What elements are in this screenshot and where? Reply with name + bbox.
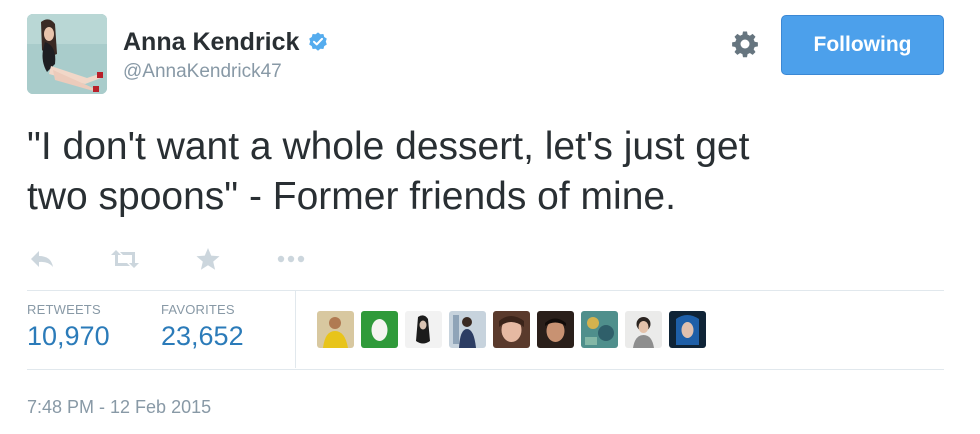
author-names: Anna Kendrick @AnnaKendrick47 [123, 27, 329, 84]
fullname-row: Anna Kendrick [123, 27, 329, 57]
tweet-header: Anna Kendrick @AnnaKendrick47 Following [27, 14, 944, 98]
tweet-text-line-1: "I don't want a whole dessert, let's jus… [27, 125, 750, 168]
favoriter-avatar-6[interactable] [537, 311, 574, 348]
favoriter-avatar-5[interactable] [493, 311, 530, 348]
following-button[interactable]: Following [781, 15, 944, 75]
favoriter-avatar-9[interactable] [669, 311, 706, 348]
favoriter-avatar-3[interactable] [405, 311, 442, 348]
favorites-stat[interactable]: FAVORITES 23,652 [161, 302, 244, 353]
author-name[interactable]: Anna Kendrick [123, 27, 299, 57]
favoriter-avatar-8[interactable] [625, 311, 662, 348]
favoriter-avatar-4[interactable] [449, 311, 486, 348]
retweets-stat[interactable]: RETWEETS 10,970 [27, 302, 110, 353]
favoriter-avatars [317, 311, 706, 348]
tweet-actions [27, 244, 359, 274]
divider-bottom [27, 369, 944, 370]
retweet-icon[interactable] [110, 246, 140, 272]
tweet-text-line-2: two spoons" - Former friends of mine. [27, 175, 676, 218]
tweet-stats: RETWEETS 10,970 FAVORITES 23,652 [27, 291, 944, 368]
favoriter-avatar-2[interactable] [361, 311, 398, 348]
favoriter-avatar-1[interactable] [317, 311, 354, 348]
retweets-label: RETWEETS [27, 302, 101, 317]
retweets-count: 10,970 [27, 321, 110, 351]
star-icon[interactable] [193, 246, 223, 272]
favorites-count: 23,652 [161, 321, 244, 351]
verified-badge-icon [309, 32, 328, 51]
gear-icon[interactable] [730, 29, 760, 59]
reply-icon[interactable] [27, 246, 57, 272]
favorites-label: FAVORITES [161, 302, 235, 317]
tweet-timestamp[interactable]: 7:48 PM - 12 Feb 2015 [27, 396, 211, 418]
more-icon[interactable] [276, 246, 306, 272]
stats-separator [295, 291, 296, 368]
favoriter-avatar-7[interactable] [581, 311, 618, 348]
author-avatar[interactable] [27, 14, 107, 94]
author-handle[interactable]: @AnnaKendrick47 [123, 60, 329, 84]
tweet-text: "I don't want a whole dessert, let's jus… [27, 122, 947, 222]
